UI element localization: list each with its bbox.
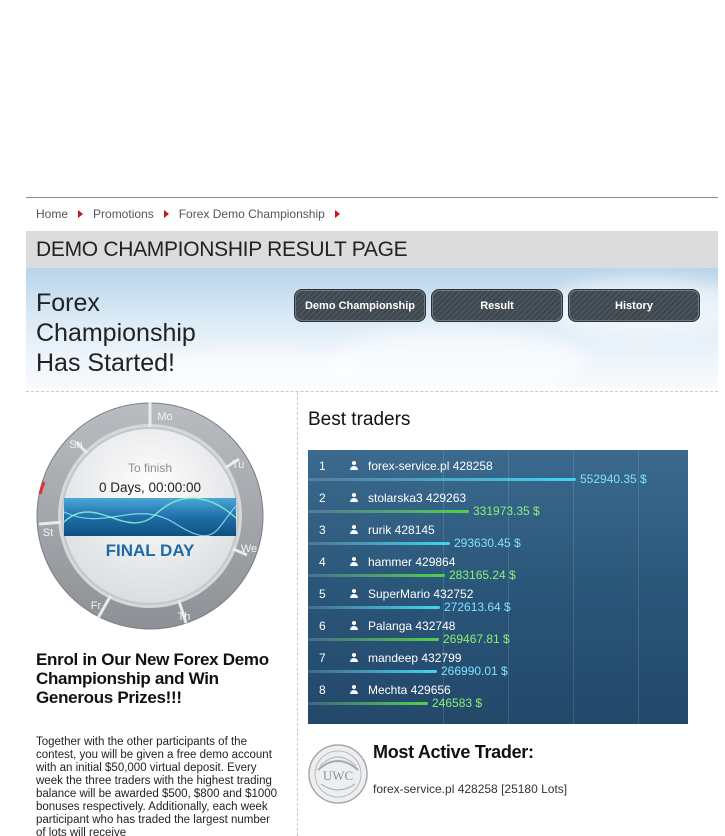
day-label-mo: Mo [157, 411, 172, 423]
leaderboard-row: 5 SuperMario 432752 272613.64 $ [308, 578, 688, 614]
user-icon [350, 589, 358, 598]
leaderboard-rank: 5 [319, 587, 326, 601]
countdown-value: 0 Days, 00:00:00 [99, 480, 201, 495]
top-divider [26, 197, 718, 198]
most-active-section: UWC Most Active Trader: forex-service.pl… [308, 742, 708, 812]
leaderboard-amount: 246583 $ [432, 696, 483, 710]
banner-tabs: Demo Championship Result History [294, 289, 700, 322]
user-icon [350, 653, 358, 662]
breadcrumb-home[interactable]: Home [36, 207, 68, 221]
day-label-fr: Fr [91, 600, 102, 612]
leaderboard-row: 7 mandeep 432799 266990.01 $ [308, 642, 688, 678]
leaderboard-bar [308, 574, 445, 577]
countdown-status: FINAL DAY [106, 541, 195, 560]
leaderboard-rank: 1 [319, 459, 326, 473]
uwc-seal-icon: UWC [308, 744, 368, 804]
leaderboard-trader-name: SuperMario 432752 [368, 587, 474, 601]
tab-demo-championship[interactable]: Demo Championship [294, 289, 426, 322]
leaderboard-trader-name: Palanga 432748 [368, 619, 456, 633]
countdown-dial: Mo Tu We Th Fr St Sn To finish 0 Days, 00:00:0… [36, 402, 264, 630]
most-active-title: Most Active Trader: [373, 742, 534, 762]
day-label-tu: Tu [232, 459, 244, 471]
leaderboard-row: 8 Mechta 429656 246583 $ [308, 674, 688, 710]
leaderboard-rank: 7 [319, 651, 326, 665]
leaderboard-row: 2 stolarska3 429263 331973.35 $ [308, 482, 688, 518]
user-icon [350, 493, 358, 502]
breadcrumb-promotions[interactable]: Promotions [93, 207, 154, 221]
leaderboard-row: 1 forex-service.pl 428258 552940.35 $ [308, 450, 688, 486]
leaderboard-rank: 8 [319, 683, 326, 697]
best-traders-title: Best traders [308, 409, 411, 430]
user-icon [350, 685, 358, 694]
breadcrumb-forex-demo-championship[interactable]: Forex Demo Championship [179, 207, 325, 221]
leaderboard-trader-name: forex-service.pl 428258 [368, 459, 493, 473]
leaderboard-trader-name: stolarska3 429263 [368, 491, 467, 505]
seal-text: UWC [323, 768, 353, 783]
promo-section: Enrol in Our New Forex Demo Championship… [36, 650, 281, 836]
leaderboard-bar [308, 638, 439, 641]
leaderboard-row: 3 rurik 428145 293630.45 $ [308, 514, 688, 550]
breadcrumb-arrow-icon [78, 210, 84, 218]
leaderboard-rank: 6 [319, 619, 326, 633]
day-label-sn: Sn [69, 439, 82, 451]
leaderboard-rank: 3 [319, 523, 326, 537]
day-label-th: Th [178, 611, 191, 623]
leaderboard-bar [308, 478, 576, 481]
leaderboard-trader-name: rurik 428145 [368, 523, 435, 537]
page-title: DEMO CHAMPIONSHIP RESULT PAGE [36, 238, 408, 261]
banner-heading-line: Forex [36, 289, 100, 317]
leaderboard-bar [308, 606, 440, 609]
breadcrumb-arrow-icon [334, 210, 340, 218]
page-title-bar: DEMO CHAMPIONSHIP RESULT PAGE [26, 231, 718, 268]
leaderboard-row: 4 hammer 429864 283165.24 $ [308, 546, 688, 582]
user-icon [350, 525, 358, 534]
tab-history[interactable]: History [568, 289, 700, 322]
day-label-st: St [43, 527, 53, 539]
leaderboard-rank: 2 [319, 491, 326, 505]
day-label-we: We [241, 543, 257, 555]
user-icon [350, 461, 358, 470]
banner-heading-line: Has Started! [36, 349, 175, 377]
column-divider [297, 392, 298, 836]
leaderboard-row: 6 Palanga 432748 269467.81 $ [308, 610, 688, 646]
leaderboard-trader-name: mandeep 432799 [368, 651, 462, 665]
best-traders-board: 1 forex-service.pl 428258 552940.35 $2 stol… [308, 450, 688, 724]
championship-banner: Forex Championship Has Started! Demo Cha… [26, 268, 718, 388]
user-icon [350, 557, 358, 566]
banner-heading: Forex Championship Has Started! [36, 288, 196, 378]
breadcrumb-arrow-icon [163, 210, 169, 218]
tab-result[interactable]: Result [431, 289, 563, 322]
leaderboard-bar [308, 542, 450, 545]
leaderboard-bar [308, 702, 428, 705]
leaderboard-trader-name: Mechta 429656 [368, 683, 451, 697]
section-divider [26, 391, 718, 392]
promo-heading: Enrol in Our New Forex Demo Championship… [36, 650, 269, 707]
breadcrumb: Home Promotions Forex Demo Championship [36, 207, 342, 221]
banner-heading-line: Championship [36, 319, 196, 347]
promo-body: Together with the other participants of … [36, 736, 278, 836]
countdown-label: To finish [128, 461, 172, 475]
user-icon [350, 621, 358, 630]
most-active-trader: forex-service.pl 428258 [25180 Lots] [373, 782, 568, 796]
leaderboard-bar [308, 670, 437, 673]
leaderboard-rank: 4 [319, 555, 326, 569]
leaderboard-bar [308, 510, 469, 513]
leaderboard-trader-name: hammer 429864 [368, 555, 456, 569]
